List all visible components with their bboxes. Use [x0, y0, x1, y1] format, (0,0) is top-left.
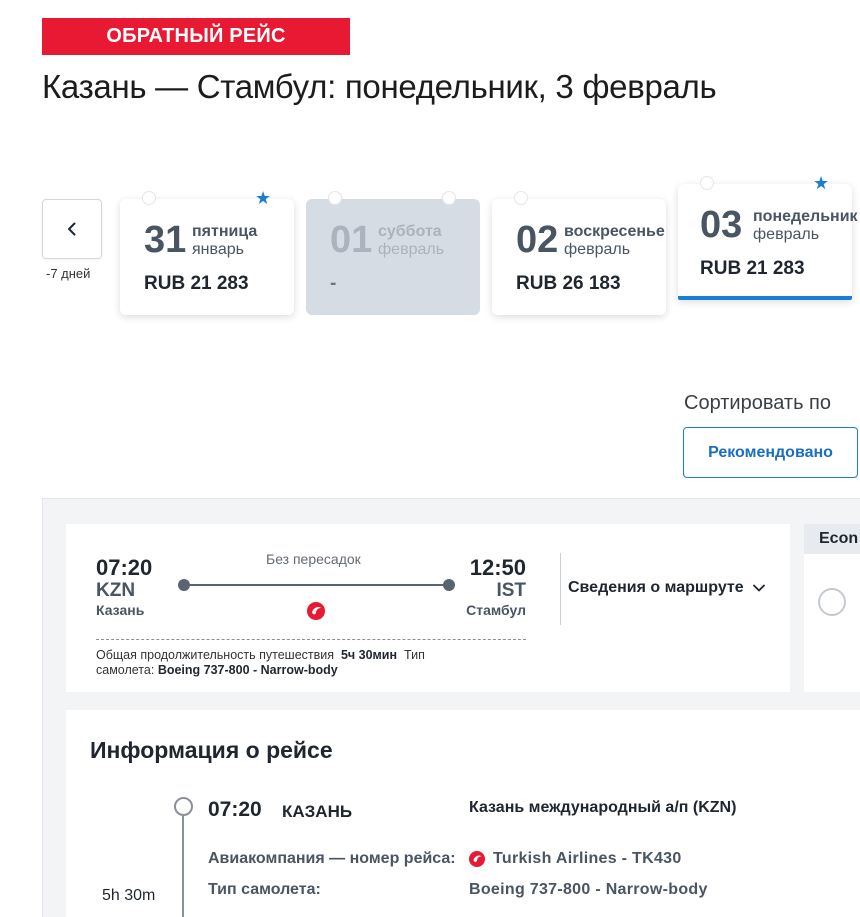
turkish-airlines-logo-icon [307, 602, 325, 620]
route-line [184, 584, 450, 586]
timeline-line [182, 816, 184, 917]
day-weekday: воскресенье [564, 223, 665, 240]
route-details-toggle[interactable]: Сведения о маршруте [568, 579, 766, 597]
day-number: 02 [516, 219, 559, 261]
card-pin [700, 176, 714, 190]
day-number: 03 [700, 204, 743, 246]
arrival-time: 12:50 [469, 555, 526, 580]
fare-radio-button[interactable] [818, 588, 846, 616]
stops-label: Без пересадок [266, 551, 361, 567]
duration-label: Общая продолжительность путешествия [96, 648, 335, 662]
duration-value: 5ч 30мин [340, 648, 398, 662]
flight-info-title: Информация о рейсе [90, 737, 333, 763]
timeline-start-icon [174, 797, 193, 816]
duration-info: Общая продолжительность путешествия 5ч 3… [96, 648, 456, 678]
day-weekday: пятница [192, 223, 258, 240]
day-number: 31 [144, 219, 187, 261]
sort-label: Сортировать по [684, 392, 832, 414]
chevron-left-icon [68, 222, 76, 236]
prev-week-label: -7 дней [46, 266, 91, 281]
day-month: февраль [378, 241, 445, 258]
date-card-31[interactable]: ★ 31 пятница январь RUB 21 283 [120, 189, 294, 315]
date-card-03-selected[interactable]: ★ 03 понедельник февраль RUB 21 283 [678, 174, 858, 300]
date-card-02[interactable]: 02 воскресенье февраль RUB 26 183 [492, 191, 666, 315]
star-icon: ★ [255, 188, 272, 208]
prev-week-button[interactable] [42, 199, 102, 259]
day-weekday: понедельник [753, 208, 858, 225]
day-price: - [330, 273, 337, 294]
day-month: февраль [564, 241, 631, 258]
sort-dropdown[interactable]: Рекомендовано [683, 427, 858, 478]
date-card-01: 01 суббота февраль - [306, 191, 480, 315]
card-pin [142, 191, 156, 205]
departure-code: KZN [96, 580, 136, 601]
route-end-dot [443, 579, 455, 591]
day-price: RUB 21 283 [144, 273, 249, 294]
aircraft-type-label: Тип самолета: [208, 881, 321, 898]
arrival-code: IST [496, 580, 526, 601]
route-details-label: Сведения о маршруте [568, 579, 744, 596]
departure-time: 07:20 [96, 555, 153, 580]
segment-time: 07:20 [208, 798, 262, 821]
day-month: январь [192, 241, 244, 258]
turkish-airlines-logo-icon [469, 851, 485, 867]
segment-city: КАЗАНЬ [282, 802, 353, 821]
card-pin [514, 191, 528, 205]
segment-airport: Казань международный а/п (KZN) [469, 799, 737, 816]
page-title: Казань — Стамбул: понедельник, 3 февраль [42, 68, 717, 105]
dashed-separator [96, 639, 526, 640]
star-icon: ★ [813, 173, 830, 193]
aircraft-type-value: Boeing 737-800 - Narrow-body [469, 881, 708, 898]
return-flight-tag: ОБРАТНЫЙ РЕЙС [42, 18, 350, 55]
airline-label: Авиакомпания — номер рейса: [208, 850, 456, 867]
vertical-separator [560, 553, 561, 625]
day-price: RUB 26 183 [516, 273, 621, 294]
departure-city: Казань [96, 602, 145, 618]
day-month: февраль [753, 226, 820, 243]
chevron-down-icon [752, 584, 765, 592]
arrival-city: Стамбул [466, 602, 526, 618]
card-pin [328, 191, 342, 205]
aircraft-value: Boeing 737-800 - Narrow-body [157, 663, 338, 677]
route-start-dot [178, 579, 190, 591]
segment-duration: 5h 30m [102, 887, 156, 904]
fare-header: Econ [804, 524, 860, 554]
day-weekday: суббота [378, 223, 442, 240]
airline-value: Turkish Airlines - TK430 [493, 850, 682, 867]
day-price: RUB 21 283 [700, 258, 805, 279]
day-number: 01 [330, 219, 373, 261]
card-pin [442, 191, 456, 205]
